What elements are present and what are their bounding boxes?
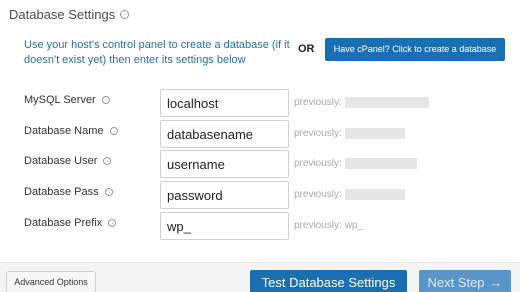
redacted-previous-value xyxy=(344,158,417,169)
mysql-server-label: MySQL Server xyxy=(24,94,110,106)
next-step-button[interactable]: Next Step → xyxy=(419,270,511,292)
database-pass-input[interactable] xyxy=(160,181,289,209)
redacted-previous-value xyxy=(344,128,405,139)
previous-label: previously: xyxy=(294,189,342,200)
database-name-row: Database Name previously: xyxy=(0,120,520,148)
database-pass-label: Database Pass xyxy=(24,186,113,198)
advanced-options-button[interactable]: Advanced Options xyxy=(6,271,96,292)
arrow-right-icon: → xyxy=(489,274,503,290)
test-database-settings-button[interactable]: Test Database Settings xyxy=(250,270,407,292)
previous-value-hint: previously: xyxy=(294,189,405,200)
database-user-row: Database User previously: xyxy=(0,150,520,178)
next-step-label: Next Step xyxy=(427,274,485,290)
database-pass-row: Database Pass previously: xyxy=(0,181,520,209)
database-name-label: Database Name xyxy=(24,125,118,137)
help-icon[interactable] xyxy=(109,127,118,135)
intro-text: Use your host's control panel to create … xyxy=(24,39,290,66)
cpanel-create-database-button[interactable]: Have cPanel? Click to create a database xyxy=(325,38,505,61)
database-name-input[interactable] xyxy=(160,120,289,148)
previous-value-hint: previously: wp_ xyxy=(294,220,363,231)
field-label-text: Database User xyxy=(24,155,98,167)
redacted-previous-value xyxy=(344,97,429,108)
previous-label: previously: xyxy=(294,97,342,108)
page-title: Database Settings xyxy=(9,7,116,22)
section-header: Database Settings xyxy=(9,7,130,22)
help-icon[interactable] xyxy=(101,96,110,104)
previous-label: previously: xyxy=(294,220,342,231)
help-icon[interactable] xyxy=(104,188,113,196)
mysql-server-input[interactable] xyxy=(160,89,289,117)
previous-value-hint: previously: xyxy=(294,158,417,169)
previous-label: previously: xyxy=(294,128,342,139)
mysql-server-row: MySQL Server previously: xyxy=(0,89,520,117)
redacted-previous-value xyxy=(344,189,405,200)
database-prefix-input[interactable] xyxy=(160,212,289,240)
field-label-text: Database Name xyxy=(24,125,104,137)
database-prefix-label: Database Prefix xyxy=(24,217,117,229)
previous-value-hint: previously: xyxy=(294,128,405,139)
previous-value-hint: previously: xyxy=(294,97,429,108)
or-separator: OR xyxy=(298,43,315,55)
footer-bar: Advanced Options Test Database Settings … xyxy=(0,262,520,292)
database-user-input[interactable] xyxy=(160,150,289,178)
field-label-text: Database Pass xyxy=(24,186,99,198)
database-prefix-row: Database Prefix previously: wp_ xyxy=(0,212,520,240)
database-user-label: Database User xyxy=(24,155,112,167)
help-icon[interactable] xyxy=(108,219,117,227)
previous-label: previously: xyxy=(294,158,342,169)
help-icon[interactable] xyxy=(120,10,130,19)
field-label-text: MySQL Server xyxy=(24,94,96,106)
previous-value: wp_ xyxy=(344,220,364,231)
help-icon[interactable] xyxy=(103,157,112,165)
field-label-text: Database Prefix xyxy=(24,217,103,229)
